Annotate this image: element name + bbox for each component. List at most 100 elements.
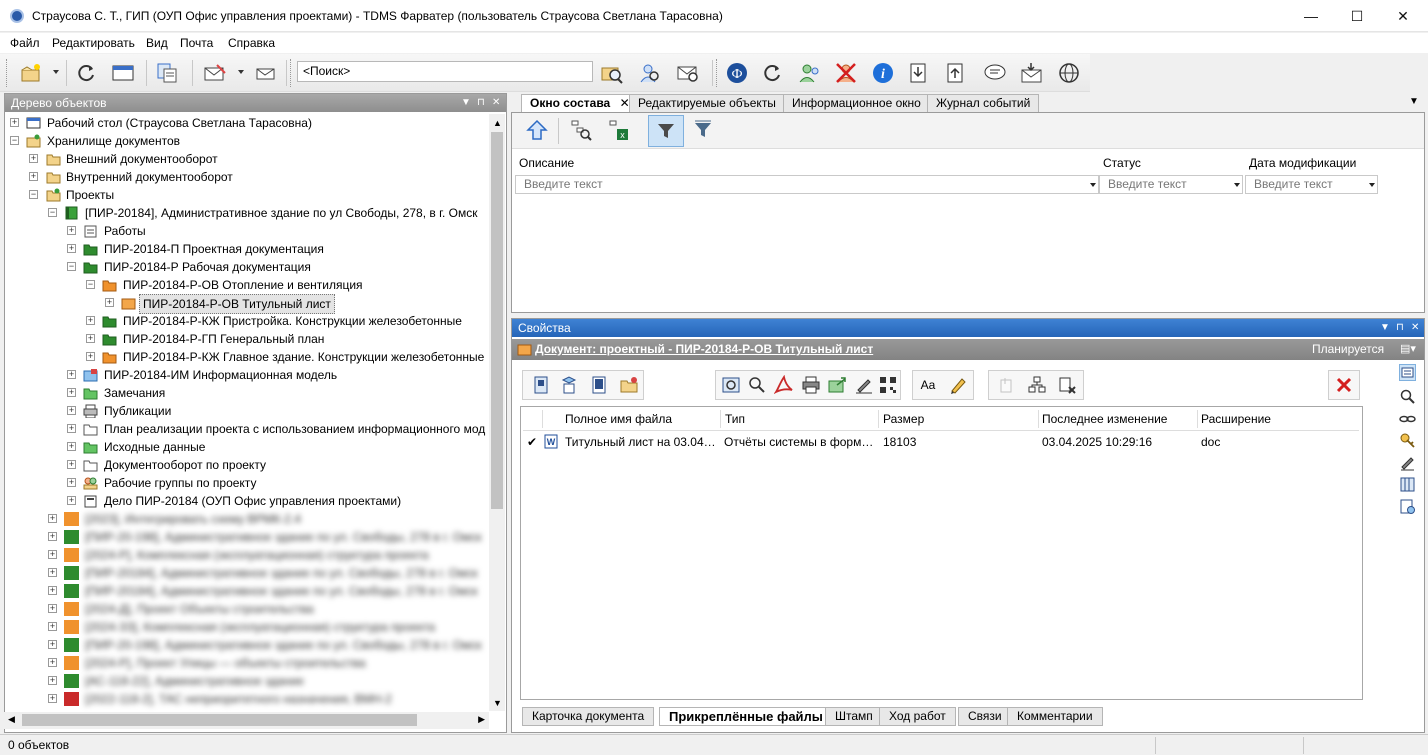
tab-composition[interactable]: Окно состава ✕: [521, 94, 639, 113]
menu-file[interactable]: Файл: [10, 36, 40, 50]
file-checkbox[interactable]: ✔: [527, 433, 537, 451]
column-header-modified[interactable]: Последнее изменение: [1038, 410, 1198, 428]
search-icon[interactable]: [1399, 388, 1416, 405]
new-object-icon[interactable]: [18, 60, 44, 86]
tab-stamp[interactable]: Штамп: [825, 707, 883, 726]
print-icon[interactable]: [798, 372, 824, 398]
column-header-modified[interactable]: Дата модификации: [1249, 156, 1356, 176]
tree-horizontal-scrollbar[interactable]: ◀ ▶: [4, 712, 489, 729]
scroll-thumb[interactable]: [491, 132, 503, 509]
check-in-icon[interactable]: [905, 60, 931, 86]
search-icon[interactable]: [744, 372, 770, 398]
edit-icon[interactable]: [1399, 454, 1416, 471]
panel-pin-icon[interactable]: ⊓: [1396, 319, 1404, 337]
find-in-tree-icon[interactable]: [568, 117, 594, 143]
panel-pin-icon[interactable]: ⊓: [477, 94, 485, 112]
pencil-icon[interactable]: [945, 372, 971, 398]
toolbar-grip[interactable]: [6, 59, 9, 87]
info-icon[interactable]: i: [870, 60, 896, 86]
link-icon[interactable]: [1399, 410, 1416, 427]
panel-close-icon[interactable]: ✕: [1411, 319, 1419, 337]
word-document-icon: W: [544, 434, 558, 449]
column-header-filename[interactable]: Полное имя файла: [561, 410, 721, 428]
font-icon[interactable]: Aa: [915, 372, 941, 398]
scan-file-icon[interactable]: [556, 372, 582, 398]
filter-button[interactable]: [648, 115, 684, 147]
link-disabled-icon[interactable]: [994, 372, 1020, 398]
remove-link-icon[interactable]: [1054, 372, 1080, 398]
send-mail-icon[interactable]: [252, 60, 278, 86]
tab-edited-objects[interactable]: Редактируемые объекты: [629, 94, 785, 113]
refresh-icon[interactable]: [74, 60, 100, 86]
check-out-icon[interactable]: [942, 60, 968, 86]
add-file-icon[interactable]: [528, 372, 554, 398]
scroll-right-icon[interactable]: ▶: [478, 714, 485, 725]
filter-settings-icon[interactable]: [690, 117, 716, 143]
tree-vertical-scrollbar[interactable]: ▲ ▼: [489, 114, 505, 711]
sign-icon[interactable]: [851, 372, 877, 398]
search-folder-icon[interactable]: [599, 60, 625, 86]
compose-mail-icon[interactable]: [202, 60, 228, 86]
copy-structure-icon[interactable]: [154, 60, 180, 86]
column-header-status[interactable]: Статус: [1103, 156, 1141, 176]
minimize-button[interactable]: —: [1288, 0, 1334, 32]
menu-mail[interactable]: Почта: [180, 36, 213, 50]
menu-edit[interactable]: Редактировать: [52, 36, 135, 50]
tabs-dropdown-icon[interactable]: ▼: [1409, 96, 1419, 107]
menu-help[interactable]: Справка: [228, 36, 275, 50]
export-excel-icon[interactable]: x: [606, 117, 632, 143]
users-sync-icon[interactable]: [797, 60, 823, 86]
status-filter-input[interactable]: Введите текст: [1099, 175, 1243, 194]
status-bar: 0 объектов: [0, 734, 1428, 755]
globe-icon[interactable]: [1056, 60, 1082, 86]
close-button[interactable]: ✕: [1380, 0, 1426, 32]
tab-info-window[interactable]: Информационное окно: [783, 94, 930, 113]
panel-dropdown-icon[interactable]: ▼: [461, 94, 471, 112]
document-status[interactable]: Планируется: [1312, 342, 1384, 356]
export-icon[interactable]: [824, 372, 850, 398]
description-filter-input[interactable]: Введите текст: [515, 175, 1099, 194]
tab-comments[interactable]: Комментарии: [1007, 707, 1103, 726]
pdf-icon[interactable]: [771, 372, 797, 398]
column-header-size[interactable]: Размер: [879, 410, 1039, 428]
delete-icon[interactable]: [1331, 372, 1357, 398]
maximize-button[interactable]: ☐: [1334, 0, 1380, 32]
tab-event-log[interactable]: Журнал событий: [927, 94, 1040, 113]
scroll-up-icon[interactable]: ▲: [493, 118, 502, 128]
scroll-thumb[interactable]: [22, 714, 417, 726]
preview-icon[interactable]: [718, 372, 744, 398]
card-view-icon[interactable]: [1399, 364, 1416, 381]
panel-dropdown-icon[interactable]: ▼: [1380, 319, 1390, 337]
book-icon[interactable]: [1399, 476, 1416, 493]
column-header-type[interactable]: Тип: [721, 410, 879, 428]
column-header-extension[interactable]: Расширение: [1197, 410, 1357, 428]
scroll-left-icon[interactable]: ◀: [8, 714, 15, 725]
tab-progress[interactable]: Ход работ: [879, 707, 956, 726]
open-folder-icon[interactable]: [616, 372, 642, 398]
scroll-down-icon[interactable]: ▼: [493, 698, 502, 708]
about-icon[interactable]: Ф: [724, 60, 750, 86]
search-combo[interactable]: <Поиск>: [297, 61, 593, 82]
reload-icon[interactable]: [760, 60, 786, 86]
chat-icon[interactable]: [982, 60, 1008, 86]
tab-attached-files[interactable]: Прикреплённые файлы: [659, 707, 833, 726]
window-icon[interactable]: [110, 60, 136, 86]
status-menu-icon[interactable]: ▤▾: [1400, 342, 1416, 355]
workflow-icon[interactable]: [1024, 372, 1050, 398]
tab-document-card[interactable]: Карточка документа: [522, 707, 655, 726]
panel-close-icon[interactable]: ✕: [492, 94, 500, 112]
menu-view[interactable]: Вид: [146, 36, 168, 50]
disconnect-users-icon[interactable]: [833, 60, 859, 86]
column-header-description[interactable]: Описание: [519, 156, 574, 176]
up-level-icon[interactable]: [524, 117, 550, 143]
tab-links[interactable]: Связи: [958, 707, 1012, 726]
modified-filter-input[interactable]: Введите текст: [1245, 175, 1378, 194]
document-title-link[interactable]: Документ: проектный - ПИР-20184-Р-ОВ Тит…: [535, 342, 873, 356]
settings-document-icon[interactable]: [1399, 498, 1416, 515]
qr-code-icon[interactable]: [875, 372, 901, 398]
key-icon[interactable]: [1399, 432, 1416, 449]
file-properties-icon[interactable]: [586, 372, 612, 398]
inbox-icon[interactable]: [1019, 60, 1045, 86]
search-user-icon[interactable]: [637, 60, 663, 86]
search-mail-icon[interactable]: [675, 60, 701, 86]
